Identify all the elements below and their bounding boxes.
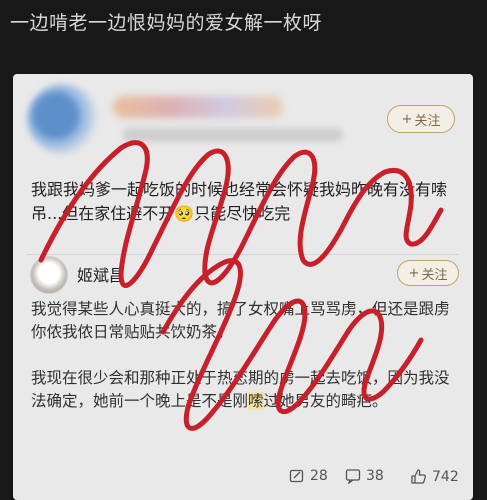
pleading-face-icon: 🥺 — [174, 204, 195, 223]
action-bar: 28 38 742 — [13, 460, 473, 494]
follow-reply-author-button[interactable]: + 关注 — [397, 260, 459, 286]
reply-paragraph-2-tail: 过她男友的畸疤。 — [263, 392, 388, 410]
post-card: + 关注 我跟我妈爹一起吃饭的时候也经常会怀疑我妈昨晚有没有嗦吊...但在家住避… — [13, 74, 473, 500]
reply-paragraph-1: 我觉得某些人心真挺大的，搞了女权嘴上骂骂虏，但还是跟虏你侬我侬日常贴贴共饮奶茶。 — [31, 300, 450, 341]
follow-label: 关注 — [414, 113, 441, 129]
post-body-tail: 只能尽快吃完 — [194, 204, 291, 223]
plus-icon: + — [408, 265, 420, 281]
like-count: 742 — [432, 468, 459, 485]
post-body: 我跟我妈爹一起吃饭的时候也经常会怀疑我妈昨晚有没有嗦吊...但在家住避不开🥺只能… — [31, 178, 461, 226]
highlighted-word: 嗦 — [248, 392, 264, 410]
chat-icon — [345, 469, 361, 484]
post-title: 一边啃老一边恨妈妈的爱女解一枚呀 — [10, 12, 323, 34]
plus-icon: + — [401, 111, 413, 127]
thumbs-up-icon — [411, 469, 426, 484]
share-button[interactable]: 38 — [345, 468, 384, 484]
author-avatar — [27, 84, 99, 154]
author-name-blurred — [113, 96, 283, 118]
comment-button[interactable]: 28 — [289, 468, 328, 484]
reply-author-name[interactable]: 姬斌昌 — [77, 262, 125, 286]
author-meta-blurred — [123, 128, 343, 142]
divider — [27, 254, 459, 255]
follow-label: 关注 — [421, 267, 448, 283]
comment-icon — [289, 469, 304, 483]
share-count: 38 — [366, 468, 384, 484]
reply-body: 我觉得某些人心真挺大的，搞了女权嘴上骂骂虏，但还是跟虏你侬我侬日常贴贴共饮奶茶。… — [31, 298, 461, 436]
reply-paragraph-2: 我现在很少会和那种正处于热恋期的虏一起去吃饭，因为我没法确定，她前一个晚上是不是… — [31, 367, 461, 413]
comment-count: 28 — [310, 468, 328, 484]
reply-avatar[interactable] — [30, 256, 68, 294]
like-button[interactable]: 742 — [410, 468, 459, 485]
follow-author-button[interactable]: + 关注 — [387, 105, 455, 133]
